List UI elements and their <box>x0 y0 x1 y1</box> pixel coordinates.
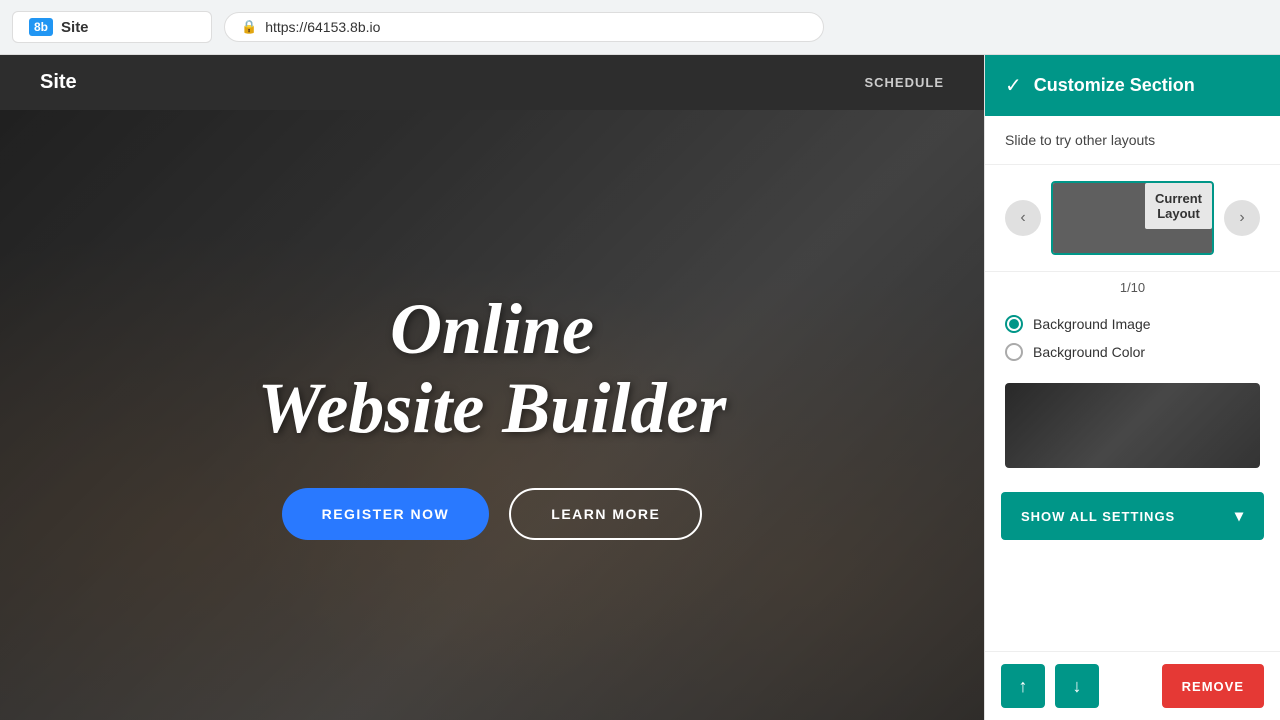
chevron-down-icon: ▾ <box>1235 506 1244 526</box>
learn-more-button[interactable]: LEARN MORE <box>509 488 702 540</box>
hero-title: Online Website Builder <box>258 290 727 448</box>
bg-options: Background Image Background Color <box>985 303 1280 383</box>
hero-title-line1: Online <box>390 289 594 369</box>
carousel-preview: CurrentLayout <box>1051 181 1214 255</box>
hero-buttons: REGISTER NOW LEARN MORE <box>258 488 727 540</box>
site-nav-logo: Site <box>40 71 77 94</box>
site-tab-label: Site <box>61 19 89 36</box>
panel-subtitle: Slide to try other layouts <box>985 116 1280 165</box>
site-nav: Site SCHEDULE <box>0 55 984 110</box>
bg-color-option[interactable]: Background Color <box>1005 343 1260 361</box>
hero-title-line2: Website Builder <box>258 368 727 448</box>
layout-counter: 1/10 <box>985 272 1280 303</box>
hero-section: Online Website Builder REGISTER NOW LEAR… <box>0 110 984 720</box>
main-area: Site SCHEDULE Online Website Builder REG… <box>0 55 1280 720</box>
panel-header: ✓ Customize Section <box>985 55 1280 116</box>
show-all-label: SHOW ALL SETTINGS <box>1021 509 1175 524</box>
current-layout-label: CurrentLayout <box>1145 183 1212 229</box>
url-text: https://64153.8b.io <box>265 19 380 35</box>
panel-title: Customize Section <box>1034 75 1195 96</box>
site-preview: Site SCHEDULE Online Website Builder REG… <box>0 55 984 720</box>
browser-bar: 8b Site 🔒 https://64153.8b.io <box>0 0 1280 55</box>
bg-color-radio[interactable] <box>1005 343 1023 361</box>
bg-image-option[interactable]: Background Image <box>1005 315 1260 333</box>
address-bar[interactable]: 🔒 https://64153.8b.io <box>224 12 824 42</box>
check-icon: ✓ <box>1005 73 1022 98</box>
show-all-settings-button[interactable]: SHOW ALL SETTINGS ▾ <box>1001 492 1264 540</box>
move-up-button[interactable]: ↑ <box>1001 664 1045 708</box>
bg-image-radio[interactable] <box>1005 315 1023 333</box>
bg-thumbnail[interactable] <box>1005 383 1260 468</box>
hero-content: Online Website Builder REGISTER NOW LEAR… <box>218 250 767 580</box>
carousel-prev-button[interactable]: ‹ <box>1005 200 1041 236</box>
logo-badge: 8b <box>29 18 53 36</box>
register-now-button[interactable]: REGISTER NOW <box>282 488 490 540</box>
panel-footer: ↑ ↓ REMOVE <box>985 651 1280 720</box>
radio-selected-dot <box>1009 319 1019 329</box>
nav-link-schedule[interactable]: SCHEDULE <box>864 75 944 90</box>
lock-icon: 🔒 <box>241 19 257 35</box>
customize-panel: ✓ Customize Section Slide to try other l… <box>984 55 1280 720</box>
move-down-button[interactable]: ↓ <box>1055 664 1099 708</box>
bg-color-label: Background Color <box>1033 344 1145 360</box>
bg-image-label: Background Image <box>1033 316 1151 332</box>
carousel-next-button[interactable]: › <box>1224 200 1260 236</box>
browser-tab[interactable]: 8b Site <box>12 11 212 43</box>
remove-button[interactable]: REMOVE <box>1162 664 1264 708</box>
site-nav-links: SCHEDULE <box>864 75 944 90</box>
layout-carousel: ‹ CurrentLayout › <box>985 165 1280 272</box>
